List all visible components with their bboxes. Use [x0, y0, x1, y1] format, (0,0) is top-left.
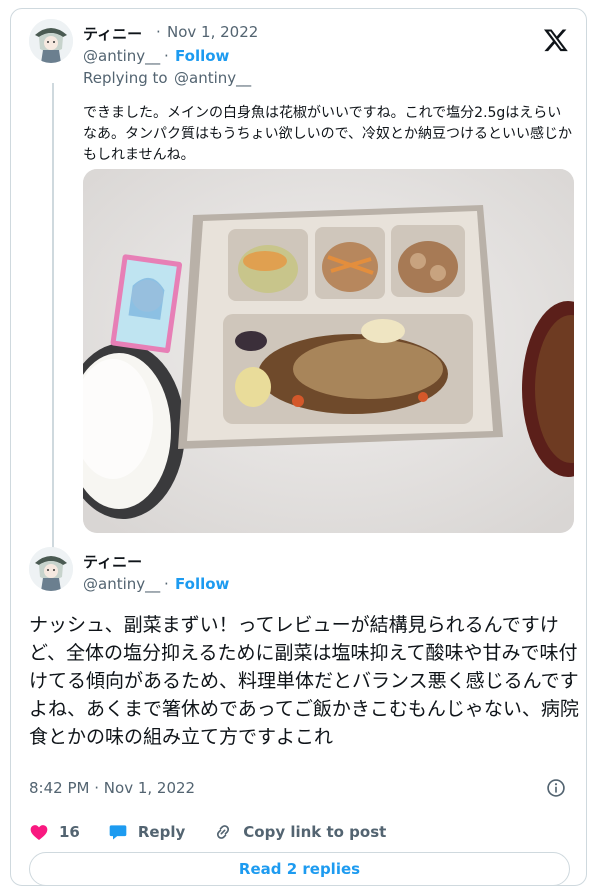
tweet-time: 8:42 PM [29, 779, 90, 797]
reply-label: Reply [137, 823, 186, 841]
reply-display-name[interactable]: ティニー [83, 23, 142, 44]
timestamp-separator: · [94, 779, 100, 797]
main-tweet-text: ナッシュ、副菜まずい！ってレビューが結構見られるんですけど、全体の塩分抑えるため… [29, 614, 579, 748]
reply-date[interactable]: Nov 1, 2022 [167, 23, 258, 41]
reply-handle[interactable]: @antiny__ [83, 47, 160, 65]
meal-photo[interactable] [83, 169, 574, 533]
reply-separator: · [156, 23, 161, 41]
avatar-image [29, 547, 73, 591]
main-handle[interactable]: @antiny__ [83, 575, 160, 593]
main-follow-link[interactable]: Follow [175, 575, 229, 593]
reply-tweet-text: できました。メインの白身魚は花椒がいいですね。これで塩分2.5gはえらいなあ。タ… [83, 105, 573, 163]
reply-follow-link[interactable]: Follow [175, 47, 229, 65]
like-count: 16 [59, 823, 80, 841]
action-bar: 16 Reply Copy link to post [29, 820, 414, 844]
info-icon[interactable] [546, 778, 566, 798]
reply-button[interactable]: Reply [108, 822, 185, 842]
avatar[interactable] [29, 547, 73, 591]
tweet-date: Nov 1, 2022 [103, 779, 196, 797]
main-display-name[interactable]: ティニー [83, 551, 142, 572]
copy-link-button[interactable]: Copy link to post [213, 822, 386, 842]
tweet-embed-card: ティニー · Nov 1, 2022 @antiny__ · Follow Re… [10, 8, 587, 886]
like-button[interactable]: 16 [29, 822, 80, 842]
main-follow-separator: · [164, 575, 169, 593]
heart-icon [30, 825, 48, 840]
avatar-image [29, 19, 73, 63]
tweet-timestamp[interactable]: 8:42 PM · Nov 1, 2022 [29, 779, 195, 797]
replying-to-handle[interactable]: @antiny__ [174, 69, 251, 87]
meal-photo-image [83, 169, 574, 533]
replying-to-prefix: Replying to [83, 69, 168, 87]
thread-connector-line [52, 83, 54, 551]
copy-link-label: Copy link to post [243, 823, 387, 841]
link-icon [217, 825, 230, 839]
follow-separator: · [164, 47, 169, 65]
speech-bubble-icon [109, 825, 127, 840]
read-replies-button[interactable]: Read 2 replies [29, 852, 570, 886]
x-logo-icon[interactable] [543, 27, 569, 53]
avatar[interactable] [29, 19, 73, 63]
